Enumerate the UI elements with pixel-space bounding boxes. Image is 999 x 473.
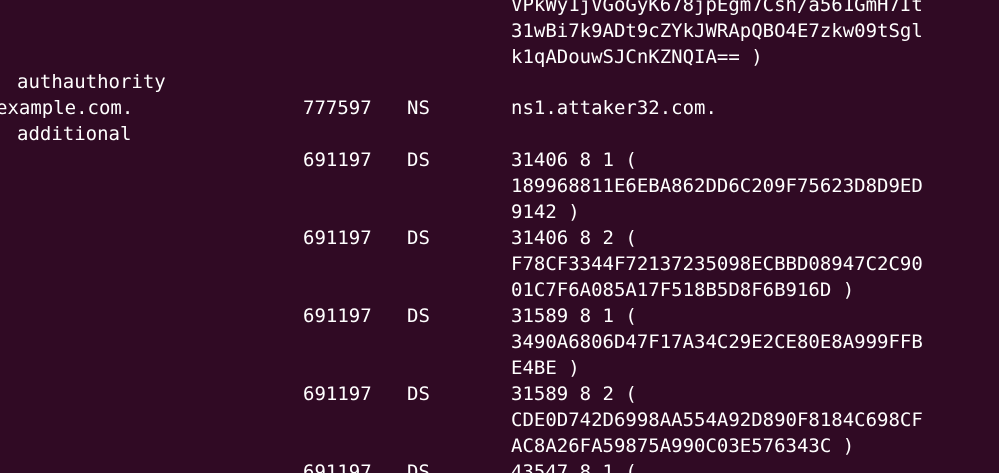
terminal-line: k1qADouwSJCnKZNQIA== ) — [511, 46, 763, 68]
record-type: NS — [407, 97, 430, 119]
record-data: 3490A6806D47F17A34C29E2CE80E8A999FFB — [511, 331, 923, 353]
record-type: DS — [407, 461, 430, 473]
record-data: CDE0D742D6998AA554A92D890F8184C698CF — [511, 409, 923, 431]
record-data: ns1.attaker32.com. — [511, 97, 717, 119]
record-data: E4BE ) — [511, 357, 580, 379]
record-data: 31406 8 1 ( — [511, 149, 637, 171]
section-header-additional: additional — [17, 123, 132, 145]
record-ttl: 777597 — [303, 97, 372, 119]
record-type: DS — [407, 383, 430, 405]
terminal-line: 31wBi7k9ADt9cZYkJWRApQBO4E7zkw09tSgl — [511, 20, 923, 42]
record-ttl: 691197 — [303, 305, 372, 327]
terminal-line: VPkWy1jVGoGyK678jpEgm7Csh/a561GmH7It — [511, 0, 923, 16]
record-ttl: 691197 — [303, 227, 372, 249]
record-type: DS — [407, 149, 430, 171]
record-data: 9142 ) — [511, 201, 580, 223]
record-data: 01C7F6A085A17F518B5D8F6B916D ) — [511, 279, 855, 301]
record-ttl: 691197 — [303, 461, 372, 473]
record-ttl: 691197 — [303, 149, 372, 171]
record-type: DS — [407, 305, 430, 327]
record-name: example.com. — [0, 97, 134, 119]
record-ttl: 691197 — [303, 383, 372, 405]
record-data: 43547 8 1 ( — [511, 461, 637, 473]
section-header-authority: authauthority — [17, 71, 166, 93]
record-data: 31589 8 2 ( — [511, 383, 637, 405]
record-data: 31589 8 1 ( — [511, 305, 637, 327]
record-data: 31406 8 2 ( — [511, 227, 637, 249]
record-type: DS — [407, 227, 430, 249]
record-data: F78CF3344F72137235098ECBBD08947C2C90 — [511, 253, 923, 275]
terminal-window[interactable]: VPkWy1jVGoGyK678jpEgm7Csh/a561GmH7It 31w… — [0, 0, 999, 473]
record-data: AC8A26FA59875A990C03E576343C ) — [511, 435, 855, 457]
record-data: 189968811E6EBA862DD6C209F75623D8D9ED — [511, 175, 923, 197]
